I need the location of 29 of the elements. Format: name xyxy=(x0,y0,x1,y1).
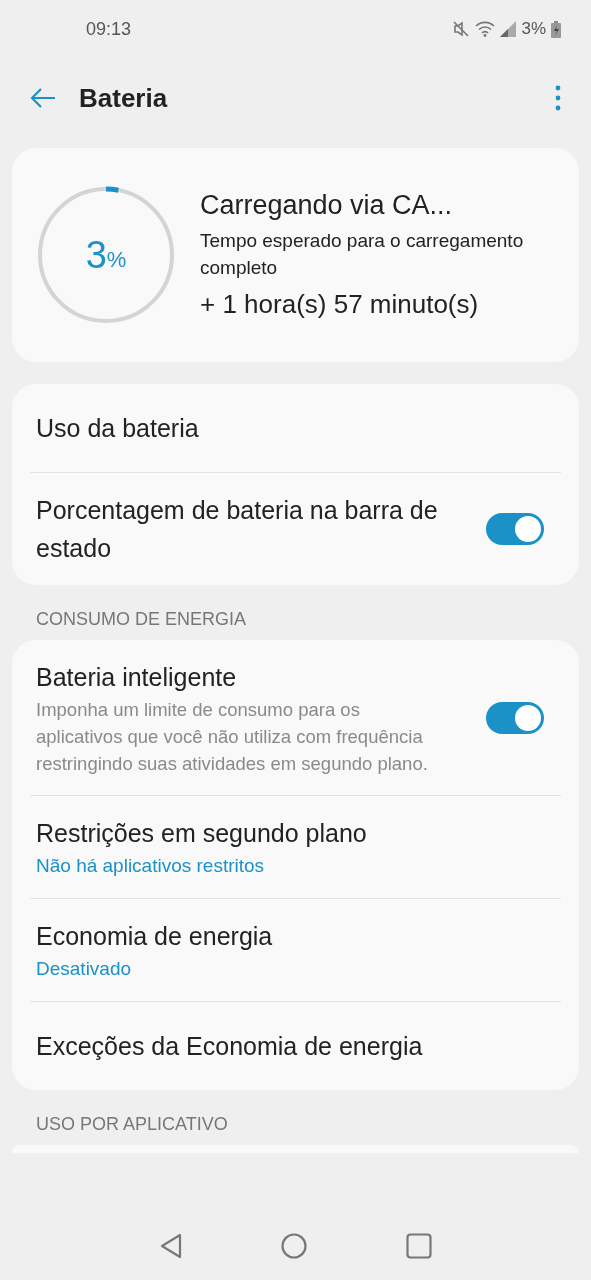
battery-level: 3 xyxy=(85,233,107,277)
setting-status: Não há aplicativos restritos xyxy=(36,854,266,878)
back-arrow-icon[interactable] xyxy=(30,87,56,109)
setting-title[interactable]: Bateria inteligente xyxy=(36,658,486,696)
section-header: USO POR APLICATIVO xyxy=(35,1113,229,1136)
setting-status: Desativado xyxy=(36,957,133,981)
charging-subtitle: Tempo esperado para o carregamento completo xyxy=(200,229,525,280)
battery-icon xyxy=(551,20,561,38)
toggle-switch[interactable] xyxy=(486,701,544,734)
percent-sign: % xyxy=(106,247,127,273)
mute-icon xyxy=(452,20,471,38)
setting-title[interactable]: Economia de energia xyxy=(36,917,486,955)
section-header: CONSUMO DE ENERGIA xyxy=(35,608,248,631)
signal-icon xyxy=(500,21,517,37)
more-options-icon[interactable] xyxy=(555,85,561,111)
recents-icon[interactable] xyxy=(404,1232,433,1260)
wifi-icon xyxy=(475,21,496,37)
setting-title[interactable]: Exceções da Economia de energia xyxy=(36,1027,486,1065)
battery-percent: 3% xyxy=(521,19,546,39)
setting-title[interactable]: Uso da bateria xyxy=(36,409,486,447)
setting-description: Imponha um limite de consumo para os aplicativos que você não utiliza com frequência restringindo suas atividades em segundo plano. xyxy=(36,698,429,776)
remaining-time: + 1 hora(s) 57 minuto(s) xyxy=(200,289,480,320)
toggle-switch[interactable] xyxy=(486,513,544,545)
setting-title[interactable]: Restrições em segundo plano xyxy=(36,814,486,852)
status-time: 09:13 xyxy=(86,18,132,40)
setting-title[interactable]: Porcentagem de bateria na barra de estado xyxy=(36,491,486,567)
page-title: Bateria xyxy=(79,82,169,114)
charging-title: Carregando via CA... xyxy=(200,190,454,221)
home-icon[interactable] xyxy=(280,1232,309,1260)
